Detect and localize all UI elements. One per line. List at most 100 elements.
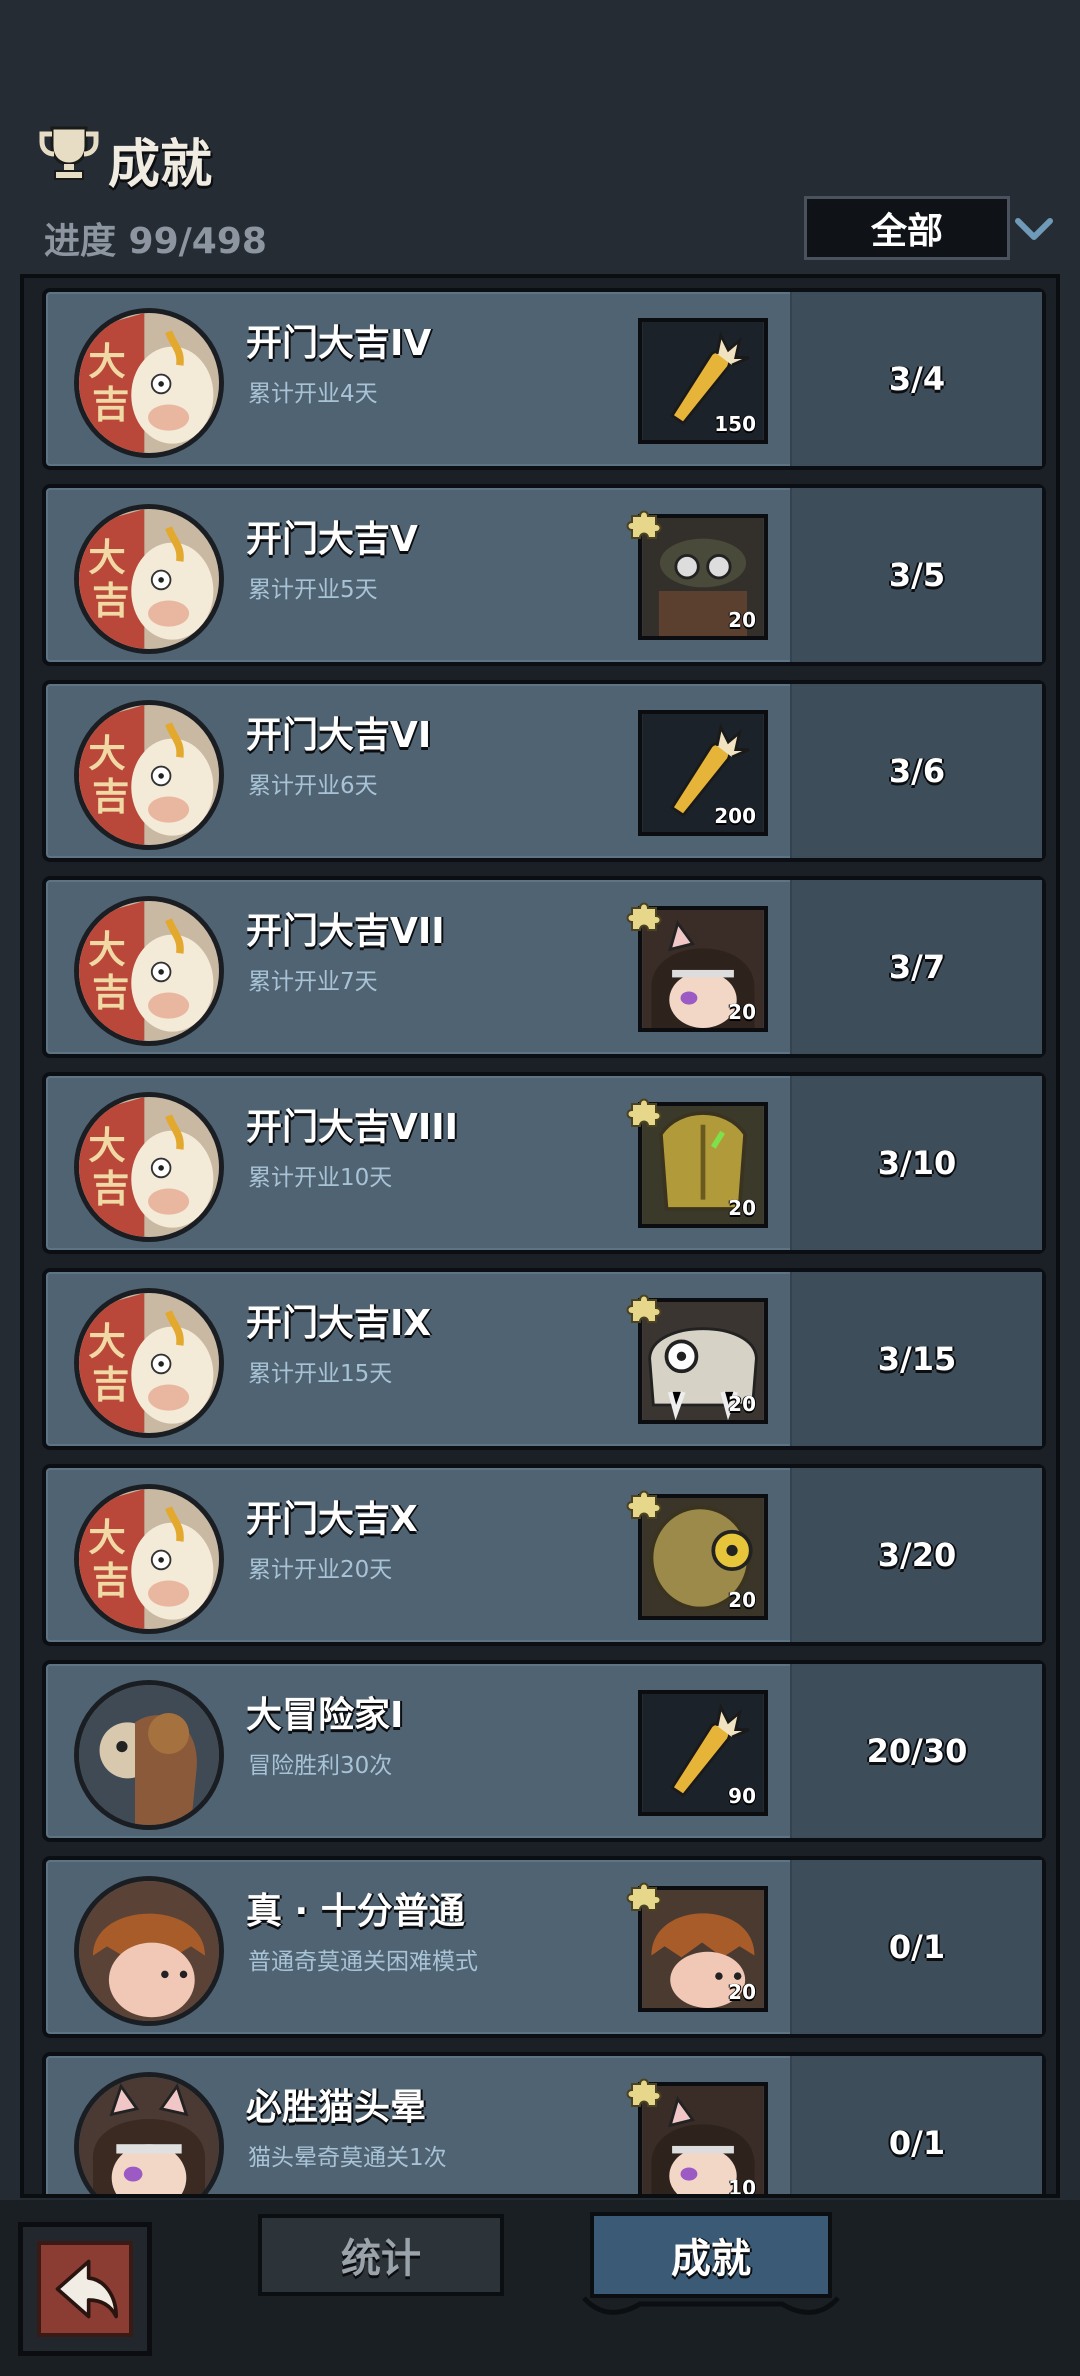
back-button[interactable] [18, 2222, 152, 2356]
reward-quantity: 200 [714, 804, 756, 828]
achievement-progress: 0/1 [790, 1860, 1042, 2034]
achievement-avatar [74, 1876, 224, 2026]
achievement-progress: 3/7 [790, 880, 1042, 1054]
achievement-title: 开门大吉V [246, 519, 418, 560]
achievement-avatar: 大 吉 [74, 896, 224, 1046]
achievement-row[interactable]: 大 吉 开门大吉IX 累计开业15天 20 3/15 [42, 1268, 1046, 1450]
svg-text:吉: 吉 [92, 1559, 129, 1603]
achievement-row[interactable]: 大 吉 开门大吉VIII 累计开业10天 20 3/10 [42, 1072, 1046, 1254]
back-arrow-icon [55, 2259, 118, 2319]
achievement-row[interactable]: 大 吉 开门大吉IV 累计开业4天 150 3/4 [42, 288, 1046, 470]
achievement-description: 累计开业6天 [248, 773, 378, 799]
achievement-avatar: 大 吉 [74, 1288, 224, 1438]
achievement-title: 开门大吉IX [246, 1303, 432, 1344]
puzzle-piece-icon [626, 898, 662, 934]
reward-quantity: 150 [714, 412, 756, 436]
puzzle-piece-icon [626, 2074, 662, 2110]
achievement-row[interactable]: 必胜猫头晕猫头晕奇莫通关1次 10 0/1 [42, 2052, 1046, 2198]
back-button-face [37, 2241, 133, 2337]
reward-item[interactable]: 90 [638, 1690, 768, 1816]
achievement-row[interactable]: 大 吉 开门大吉X 累计开业20天 20 3/20 [42, 1464, 1046, 1646]
tab-achievements-label: 成就 [671, 2236, 751, 2282]
achievement-description: 累计开业15天 [248, 1361, 393, 1387]
svg-text:吉: 吉 [92, 775, 129, 819]
page-title: 成就 [108, 135, 213, 195]
reward-quantity: 20 [728, 608, 756, 632]
svg-text:大: 大 [88, 732, 125, 776]
achievement-description: 累计开业20天 [248, 1557, 393, 1583]
achievement-description: 累计开业10天 [248, 1165, 393, 1191]
achievement-avatar: 大 吉 [74, 308, 224, 458]
achievement-title: 开门大吉VIII [246, 1107, 459, 1148]
puzzle-piece-icon [626, 1290, 662, 1326]
achievement-description: 冒险胜利30次 [248, 1753, 393, 1779]
achievement-avatar: 大 吉 [74, 1092, 224, 1242]
svg-text:吉: 吉 [92, 971, 129, 1015]
achievement-row[interactable]: 大冒险家I 冒险胜利30次 90 20/30 [42, 1660, 1046, 1842]
reward-quantity: 20 [728, 1980, 756, 2004]
achievement-title: 开门大吉VI [246, 715, 432, 756]
svg-text:吉: 吉 [92, 1363, 129, 1407]
achievement-row[interactable]: 大 吉 开门大吉V 累计开业5天 20 3/5 [42, 484, 1046, 666]
filter-dropdown[interactable]: 全部 [804, 196, 1010, 260]
achievement-progress: 3/15 [790, 1272, 1042, 1446]
reward-quantity: 20 [728, 1392, 756, 1416]
svg-text:大: 大 [88, 536, 125, 580]
reward-quantity: 10 [728, 2176, 756, 2198]
bottom-bar [0, 2200, 1080, 2376]
tab-achievements[interactable]: 成就 [590, 2212, 832, 2298]
chevron-down-icon[interactable] [1014, 216, 1054, 242]
achievement-title: 真 · 十分普通 [246, 1891, 465, 1932]
achievement-progress: 3/5 [790, 488, 1042, 662]
achievement-progress: 3/4 [790, 292, 1042, 466]
achievement-avatar: 大 吉 [74, 1484, 224, 1634]
filter-value: 全部 [870, 211, 943, 252]
achievement-progress: 0/1 [790, 2056, 1042, 2194]
svg-text:大: 大 [88, 928, 125, 972]
achievement-title: 开门大吉IV [246, 323, 432, 364]
achievement-description: 累计开业5天 [248, 577, 378, 603]
achievement-avatar [74, 1680, 224, 1830]
achievement-progress: 3/20 [790, 1468, 1042, 1642]
reward-item[interactable]: 200 [638, 710, 768, 836]
achievement-description: 普通奇莫通关困难模式 [248, 1949, 478, 1975]
achievement-progress: 3/6 [790, 684, 1042, 858]
reward-quantity: 20 [728, 1000, 756, 1024]
achievement-row[interactable]: 大 吉 开门大吉VI 累计开业6天 200 3/6 [42, 680, 1046, 862]
svg-text:大: 大 [88, 1516, 125, 1560]
puzzle-piece-icon [626, 506, 662, 542]
achievement-progress: 3/10 [790, 1076, 1042, 1250]
achievement-title: 必胜猫头晕 [246, 2087, 427, 2128]
tab-stats-label: 统计 [341, 2236, 421, 2282]
svg-text:吉: 吉 [92, 579, 129, 623]
tab-stats[interactable]: 统计 [258, 2214, 504, 2296]
svg-text:吉: 吉 [92, 1167, 129, 1211]
achievement-title: 开门大吉VII [246, 911, 445, 952]
achievement-title: 大冒险家I [246, 1695, 404, 1736]
achievement-list[interactable]: 大 吉 开门大吉IV 累计开业4天 150 3/4 大 吉 开门大吉V 累计开业5天 [20, 274, 1060, 2198]
reward-quantity: 20 [728, 1196, 756, 1220]
achievement-avatar: 大 吉 [74, 700, 224, 850]
overall-progress: 进度 99/498 [44, 221, 267, 262]
achievement-row[interactable]: 大 吉 开门大吉VII 累计开业7天 20 3/7 [42, 876, 1046, 1058]
achievement-avatar [74, 2072, 224, 2194]
achievement-avatar: 大 吉 [74, 504, 224, 654]
svg-text:大: 大 [88, 1320, 125, 1364]
puzzle-piece-icon [626, 1878, 662, 1914]
achievement-description: 累计开业7天 [248, 969, 378, 995]
svg-text:大: 大 [88, 340, 125, 384]
svg-text:吉: 吉 [92, 383, 129, 427]
tab-ornament [582, 2296, 840, 2315]
reward-quantity: 20 [728, 1588, 756, 1612]
achievement-description: 累计开业4天 [248, 381, 378, 407]
achievement-description: 猫头晕奇莫通关1次 [248, 2145, 447, 2171]
reward-quantity: 90 [728, 1784, 756, 1808]
svg-text:大: 大 [88, 1124, 125, 1168]
achievement-row[interactable]: 真 · 十分普通普通奇莫通关困难模式 20 0/1 [42, 1856, 1046, 2038]
achievement-progress: 20/30 [790, 1664, 1042, 1838]
puzzle-piece-icon [626, 1486, 662, 1522]
puzzle-piece-icon [626, 1094, 662, 1130]
achievement-title: 开门大吉X [246, 1499, 418, 1540]
reward-item[interactable]: 150 [638, 318, 768, 444]
trophy-icon [39, 126, 99, 180]
